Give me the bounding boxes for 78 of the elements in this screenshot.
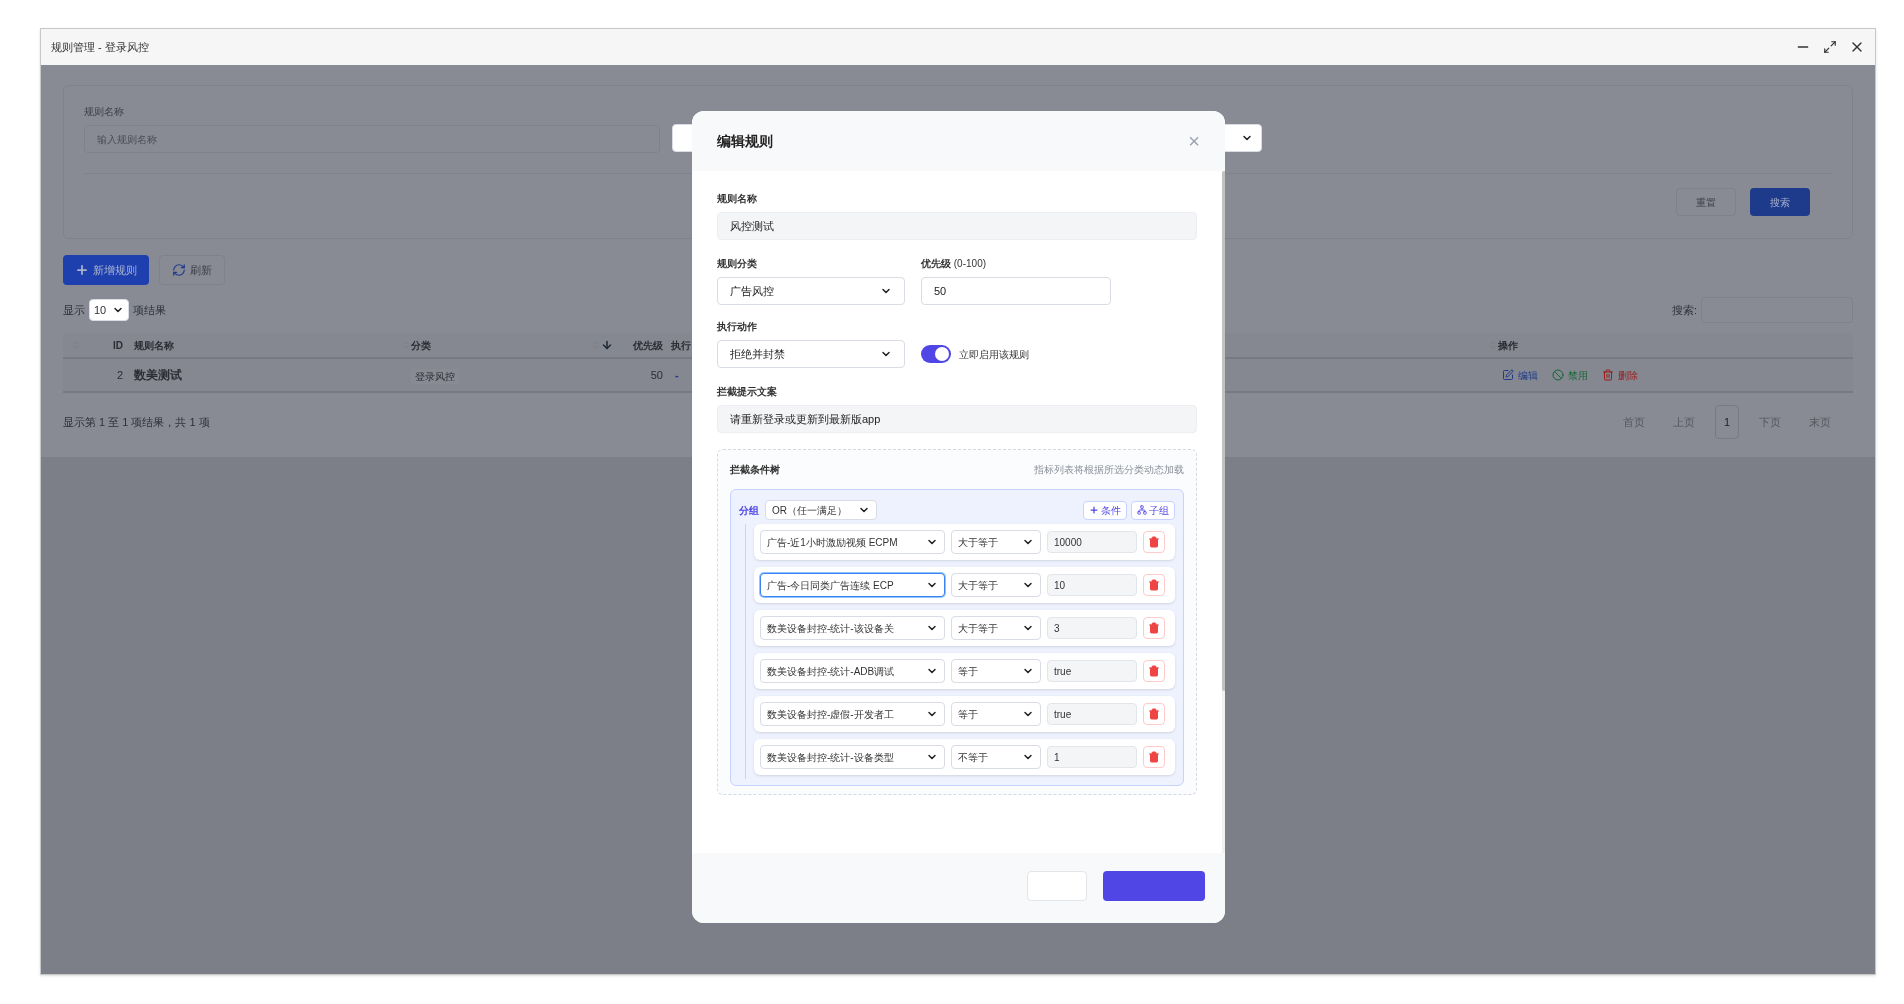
trash-icon	[1602, 369, 1614, 381]
edit-icon	[1502, 369, 1514, 381]
search-button[interactable]: 搜索	[1750, 188, 1810, 216]
table-cell-text: 50	[649, 367, 663, 383]
metric-select[interactable]: 数美设备封控-统计-设备类型	[760, 745, 945, 769]
field-label: 执行动作	[717, 320, 757, 334]
field-label: 优先级 (0-100)	[921, 257, 988, 271]
operator-select[interactable]: 大于等于	[951, 573, 1041, 597]
value-field[interactable]: 10	[1047, 574, 1137, 596]
column-header: 操作	[1498, 338, 1519, 353]
column-header: ID	[113, 338, 123, 353]
delete-button[interactable]	[1143, 746, 1165, 768]
hierarchy-icon	[1137, 505, 1147, 515]
rule-name-field[interactable]: 风控测试	[717, 212, 1197, 240]
plus-icon	[75, 263, 89, 277]
metric-select[interactable]: 数美设备封控-虚假-开发者工	[760, 702, 945, 726]
value-field[interactable]: 3	[1047, 617, 1137, 639]
metric-select[interactable]: 数美设备封控-统计-该设备关	[760, 616, 945, 640]
refresh-icon	[172, 263, 186, 277]
trash-icon	[1148, 579, 1160, 591]
action-select[interactable]: 拒绝并封禁	[717, 340, 905, 368]
field-label: 规则名称	[84, 105, 125, 119]
priority-field[interactable]: 50	[921, 277, 1111, 305]
value-field[interactable]: 1	[1047, 746, 1137, 768]
panel-hint: 指标列表将根据所选分类动态加载	[1034, 463, 1184, 477]
trash-icon	[1148, 536, 1160, 548]
column-header: 分类	[411, 338, 432, 353]
add-rule-button[interactable]: 新增规则	[63, 255, 149, 285]
group-label: 分组	[739, 503, 759, 518]
length-label: 显示	[63, 302, 85, 318]
column-header: 规则名称	[134, 338, 175, 353]
value-field[interactable]: 10000	[1047, 531, 1137, 553]
message-field[interactable]: 请重新登录或更新到最新版app	[717, 405, 1197, 433]
add-condition-button[interactable]: 条件	[1083, 500, 1127, 520]
maximize-icon[interactable]	[1823, 40, 1837, 54]
length-label: 项结果	[133, 302, 166, 318]
value-field[interactable]: true	[1047, 660, 1137, 682]
column-header: 优先级	[633, 338, 663, 353]
trash-icon	[1148, 622, 1160, 634]
plus-icon	[1089, 505, 1099, 515]
operator-select[interactable]: 不等于	[951, 745, 1041, 769]
page-length-select[interactable]: 10	[89, 299, 129, 321]
trash-icon	[1148, 751, 1160, 763]
panel-title: 拦截条件树	[730, 463, 780, 477]
add-subgroup-button[interactable]: 子组	[1131, 500, 1175, 520]
window-title: 规则管理 - 登录风控	[51, 39, 149, 55]
metric-select[interactable]: 数美设备封控-统计-ADB调试	[760, 659, 945, 683]
table-cell-text: 2	[115, 367, 123, 383]
operator-select[interactable]: 大于等于	[951, 530, 1041, 554]
operator-select[interactable]: 等于	[951, 702, 1041, 726]
switch-label: 立即启用该规则	[959, 347, 1029, 362]
field-label: 规则名称	[717, 192, 758, 206]
ban-icon	[1552, 369, 1564, 381]
delete-button[interactable]	[1143, 574, 1165, 596]
table-cell-text: -	[674, 367, 680, 383]
sort-descending-icon[interactable]	[601, 339, 613, 351]
metric-select[interactable]: 广告-今日同类广告连续 ECP	[760, 573, 945, 597]
column-header: 执行	[671, 338, 692, 353]
page-button[interactable]: 1	[1714, 405, 1739, 439]
field-label: 拦截提示文案	[717, 385, 777, 399]
metric-select[interactable]: 广告-近1小时激励视频 ECPM	[760, 530, 945, 554]
delete-button[interactable]	[1143, 531, 1165, 553]
value-field[interactable]: true	[1047, 703, 1137, 725]
operator-select[interactable]: 等于	[951, 659, 1041, 683]
dialog-title: 编辑规则	[717, 131, 773, 151]
field-label: 规则分类	[717, 257, 758, 271]
delete-button[interactable]	[1143, 660, 1165, 682]
table-cell-text: 数美测试	[133, 367, 183, 384]
delete-button[interactable]	[1143, 703, 1165, 725]
category-select[interactable]: 广告风控	[717, 277, 905, 305]
trash-icon	[1148, 665, 1160, 677]
enable-switch[interactable]	[921, 345, 951, 363]
table-info: 显示第 1 至 1 项结果，共 1 项	[63, 414, 210, 430]
search-label: 搜索:	[1671, 302, 1697, 318]
logic-select[interactable]: OR（任一满足）	[765, 500, 877, 520]
trash-icon	[1148, 708, 1160, 720]
operator-select[interactable]: 大于等于	[951, 616, 1041, 640]
delete-button[interactable]	[1143, 617, 1165, 639]
